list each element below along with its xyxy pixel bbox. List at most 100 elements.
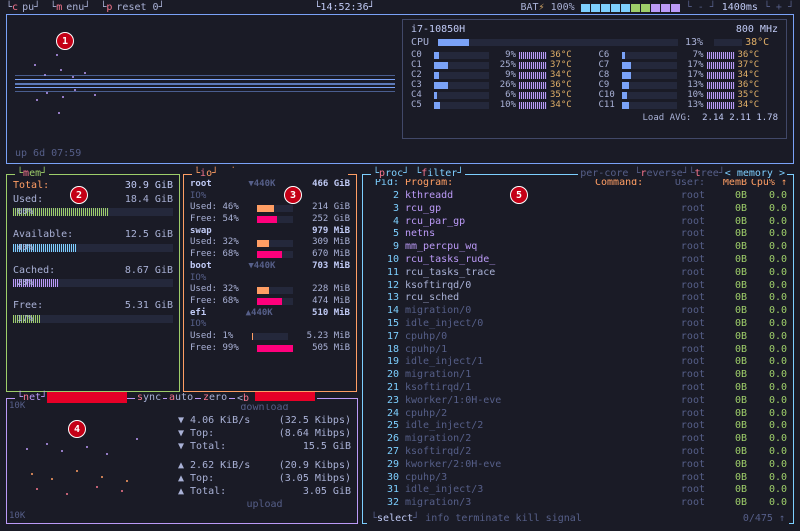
proc-row[interactable]: 12ksoftirqd/0root0B0.0 [369,280,787,293]
proc-row[interactable]: 31idle_inject/3root0B0.0 [369,484,787,497]
ul-rate: ▲ 2.62 KiB/s [178,459,250,472]
net-graph-svg [7,399,172,523]
cpu-total-pct: 13% [685,37,703,48]
ul-total: 3.05 GiB [303,485,351,498]
proc-title[interactable]: └proc┘ └filter┘ [371,168,465,179]
menu-preset[interactable]: └preset 0┘ [100,2,164,13]
ul-bits: (20.9 Kibps) [279,459,351,472]
net-zero[interactable]: zero [201,392,229,403]
proc-row[interactable]: 27ksoftirqd/2root0B0.0 [369,446,787,459]
cpu-total-temp: 38°C [745,37,769,48]
disk-io-label: IO% [190,319,350,331]
disk-free-row: Free: 99%505 MiB [190,343,350,355]
proc-row[interactable]: 25idle_inject/2root0B0.0 [369,420,787,433]
proc-row[interactable]: 23kworker/1:0H-everoot0B0.0 [369,395,787,408]
mem-used: 18.4 GiB [125,193,173,207]
net-graph: 10K 10K [7,399,172,523]
net-iface[interactable]: <b [235,392,317,404]
dl-rate: ▼ 4.06 KiB/s [178,414,250,427]
core-row: C1 25% 37°C [411,60,591,70]
disk-free-row: Free: 68%670 MiB [190,249,350,261]
dl-top-label: ▼ Top: [178,427,214,440]
cpu-model: i7-10850H [411,24,465,35]
footer-position: 0/475 ↑ [743,513,785,524]
cpu-total-bar [438,39,678,46]
core-row: C9 13% 36°C [599,80,779,90]
proc-row[interactable]: 29kworker/2:0H-everoot0B0.0 [369,459,787,472]
disk-section-head: root▼440K466 GiB [190,179,350,191]
core-row: C7 17% 37°C [599,60,779,70]
proc-row[interactable]: 13rcu_schedroot0B0.0 [369,292,787,305]
footer-actions[interactable]: └select┘ info terminate kill signal [371,513,582,524]
proc-body[interactable]: 2kthreaddroot0B0.03rcu_gproot0B0.04rcu_p… [363,190,793,510]
disk-section-head: swap979 MiB [190,226,350,238]
annotation-marker-2: 2 [70,186,88,204]
proc-row[interactable]: 3rcu_gproot0B0.0 [369,203,787,216]
proc-row[interactable]: 24cpuhp/2root0B0.0 [369,408,787,421]
core-row: C8 17% 34°C [599,70,779,80]
core-row: C4 6% 35°C [411,90,591,100]
mem-used-label: Used: [13,193,43,207]
mem-free-label: Free: [13,299,43,313]
upload-label: upload [178,498,351,511]
battery-bar [581,4,680,12]
mem-title[interactable]: └mem┘ [15,168,49,179]
proc-row[interactable]: 2kthreaddroot0B0.0 [369,190,787,203]
dl-total: 15.5 GiB [303,440,351,453]
proc-row[interactable]: 21ksoftirqd/1root0B0.0 [369,382,787,395]
proc-row[interactable]: 32migration/3root0B0.0 [369,497,787,510]
core-row: C10 10% 35°C [599,90,779,100]
core-row: C6 7% 36°C [599,50,779,60]
disk-free-row: Free: 54%252 GiB [190,214,350,226]
proc-sort-options[interactable]: per-core └reverse┘└tree┘< memory > [578,168,787,179]
disk-io-label: IO% [190,273,350,285]
net-panel: └net┘ sync auto zero <b 10K 10K download… [6,398,358,524]
annotation-marker-3: 3 [284,186,302,204]
core-grid: C0 9% 36°C C6 7% 36°C C1 25% 37°C C7 17% 37… [411,50,778,110]
disk-used-row: Used: 32%309 MiB [190,237,350,249]
proc-row[interactable]: 19idle_inject/1root0B0.0 [369,356,787,369]
core-row: C2 9% 34°C [411,70,591,80]
core-row: C5 10% 34°C [411,100,591,110]
dl-bits: (32.5 Kibps) [279,414,351,427]
mem-cached-label: Cached: [13,264,55,278]
proc-footer: └select┘ info terminate kill signal 0/47… [367,513,789,524]
proc-row[interactable]: 26migration/2root0B0.0 [369,433,787,446]
mem-free: 5.31 GiB [125,299,173,313]
disk-io-label: IO% [190,191,350,203]
disk-used-row: Used: 32%228 MiB [190,284,350,296]
cpu-freq: 800 MHz [736,24,778,35]
core-row: C11 13% 34°C [599,100,779,110]
net-stats: download ▼ 4.06 KiB/s(32.5 Kibps) ▼ Top:… [172,399,357,523]
proc-row[interactable]: 4rcu_par_gproot0B0.0 [369,216,787,229]
proc-row[interactable]: 9mm_percpu_wqroot0B0.0 [369,241,787,254]
topbar-left: └ccpupu┘ └menu┘ └preset 0┘ [6,2,169,13]
mem-cached-bar: 28% [13,279,173,287]
ul-total-label: ▲ Total: [178,485,226,498]
mem-avail-bar: 40% [13,244,173,252]
proc-row[interactable]: 5netnsroot0B0.0 [369,228,787,241]
lightning-icon: ⚡ [539,2,545,13]
toggle-minus-icon[interactable]: └ - ┘ [686,2,716,13]
proc-row[interactable]: 10rcu_tasks_rude_root0B0.0 [369,254,787,267]
proc-row[interactable]: 15idle_inject/0root0B0.0 [369,318,787,331]
proc-row[interactable]: 20migration/1root0B0.0 [369,369,787,382]
clock: └14:52:36┘ [314,2,374,13]
io-title[interactable]: └io┘ [192,168,348,179]
toggle-plus-icon[interactable]: └ + ┘ [764,2,794,13]
mem-panel: └mem┘ Total:30.9 GiB Used:18.4 GiB 60% A… [6,174,180,392]
ul-top: (3.05 Mibps) [279,472,351,485]
menu-menu[interactable]: └menu┘ [50,2,90,13]
ul-top-label: ▲ Top: [178,472,214,485]
proc-row[interactable]: 17cpuhp/0root0B0.0 [369,331,787,344]
core-row: C0 9% 36°C [411,50,591,60]
mem-free-bar: 17% [13,315,173,323]
proc-row[interactable]: 11rcu_tasks_traceroot0B0.0 [369,267,787,280]
dl-top: (8.64 Mibps) [279,427,351,440]
proc-row[interactable]: 18cpuhp/1root0B0.0 [369,344,787,357]
proc-row[interactable]: 14migration/0root0B0.0 [369,305,787,318]
core-row: C3 26% 36°C [411,80,591,90]
dl-total-label: ▼ Total: [178,440,226,453]
menu-cpu[interactable]: └ccpupu┘ [6,2,40,13]
proc-row[interactable]: 30cpuhp/3root0B0.0 [369,472,787,485]
